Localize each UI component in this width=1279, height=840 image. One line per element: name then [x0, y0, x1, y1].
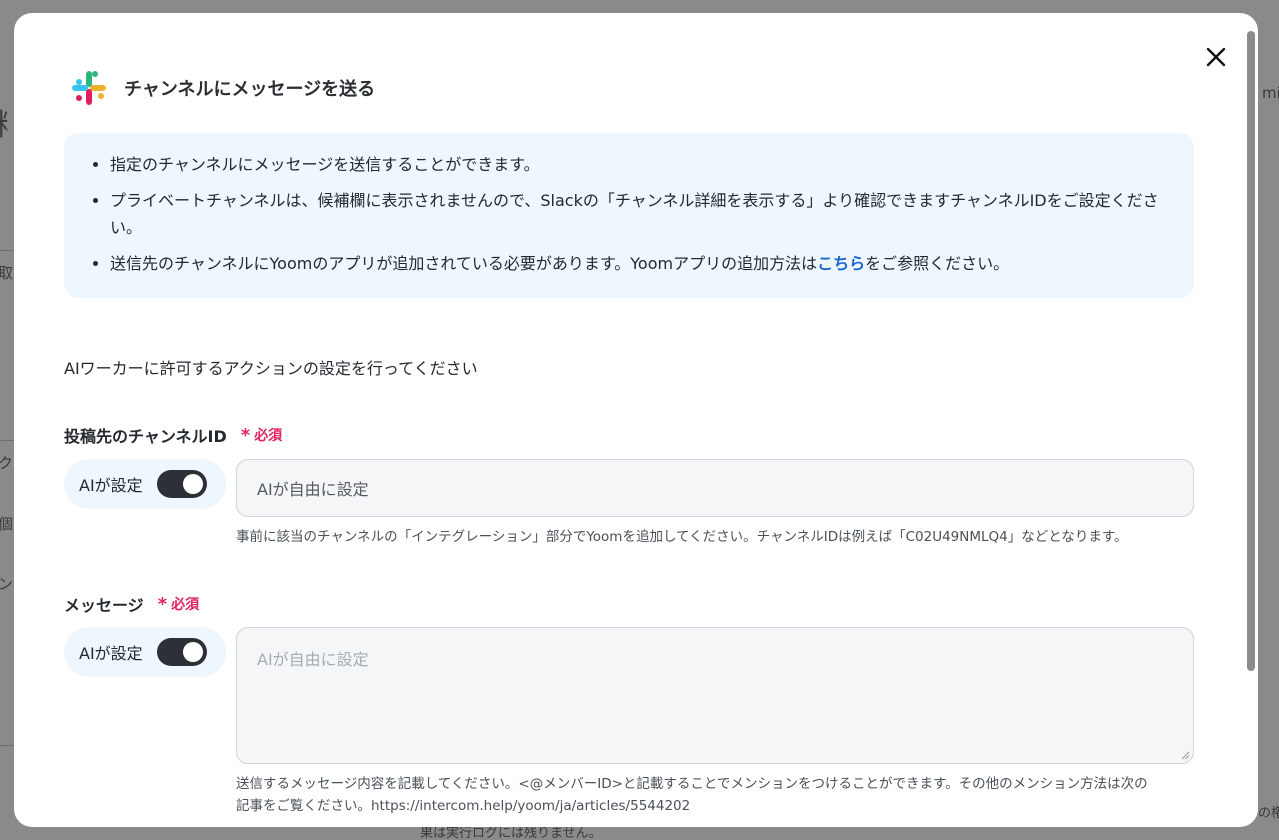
- bg-fragment: 取: [0, 264, 12, 282]
- info-box: 指定のチャンネルにメッセージを送信することができます。 プライベートチャンネルは…: [64, 133, 1194, 298]
- field-label-text: メッセージ: [64, 596, 144, 615]
- toggle-switch[interactable]: [156, 638, 207, 666]
- required-text: 必須: [171, 597, 200, 613]
- help-link[interactable]: こちら: [817, 254, 865, 273]
- modal-header: チャンネルにメッセージを送る: [70, 69, 375, 107]
- info-item-text: をご参照ください。: [865, 254, 1010, 273]
- toggle-switch[interactable]: [156, 470, 207, 498]
- toggle-knob: [182, 474, 203, 494]
- asterisk-icon: *: [240, 424, 251, 446]
- channel-id-input[interactable]: AIが自由に設定: [236, 459, 1194, 517]
- ai-toggle-label: AIが設定: [79, 644, 143, 663]
- ai-toggle-label: AIが設定: [79, 476, 143, 495]
- field-label-text: 投稿先のチャンネルID: [64, 427, 227, 446]
- close-icon: [1206, 47, 1226, 67]
- info-item-text: 送信先のチャンネルにYoomのアプリが追加されている必要があります。Yoomアプ…: [110, 254, 818, 273]
- input-placeholder: AIが自由に設定: [257, 480, 369, 499]
- section-description: AIワーカーに許可するアクションの設定を行ってください: [64, 359, 478, 378]
- info-item: 指定のチャンネルにメッセージを送信することができます。: [110, 151, 1168, 178]
- bg-fragment: 料: [0, 100, 8, 144]
- bg-fragment: ン: [0, 575, 12, 593]
- scrollbar-thumb[interactable]: [1247, 31, 1255, 671]
- bg-fragment: ク: [0, 454, 12, 472]
- modal-title: チャンネルにメッセージを送る: [124, 79, 376, 100]
- help-line: 送信するメッセージ内容を記載してください。<@メンバーID>と記載することでメン…: [236, 776, 1148, 792]
- scrollbar[interactable]: [1247, 31, 1255, 811]
- channel-id-ai-toggle[interactable]: AIが設定: [64, 459, 226, 509]
- message-help-text: 送信するメッセージ内容を記載してください。<@メンバーID>と記載することでメン…: [236, 773, 1148, 817]
- info-item: プライベートチャンネルは、候補欄に表示されませんので、Slackの「チャンネル詳…: [110, 187, 1168, 241]
- info-item: 送信先のチャンネルにYoomのアプリが追加されている必要があります。Yoomアプ…: [110, 250, 1168, 277]
- channel-id-field-label: 投稿先のチャンネルID * 必須: [64, 423, 282, 447]
- required-badge: * 必須: [158, 594, 199, 615]
- textarea-placeholder: AIが自由に設定: [257, 650, 369, 669]
- asterisk-icon: *: [157, 593, 168, 615]
- required-text: 必須: [254, 428, 283, 444]
- resize-handle-icon[interactable]: [1181, 751, 1190, 760]
- slack-logo-icon: [72, 71, 106, 105]
- required-badge: * 必須: [241, 425, 282, 446]
- message-ai-toggle[interactable]: AIが設定: [64, 627, 226, 677]
- bg-fragment: 個: [0, 515, 12, 533]
- toggle-knob: [182, 642, 203, 662]
- bg-fragment: mi: [1262, 84, 1279, 102]
- message-textarea[interactable]: AIが自由に設定: [236, 627, 1194, 764]
- action-settings-modal: チャンネルにメッセージを送る 指定のチャンネルにメッセージを送信することができま…: [14, 13, 1258, 827]
- help-line: 記事をご覧ください。https://intercom.help/yoom/ja/…: [236, 798, 691, 814]
- channel-id-help-text: 事前に該当のチャンネルの「インテグレーション」部分でYoomを追加してください。…: [236, 529, 1128, 545]
- close-button[interactable]: [1202, 43, 1230, 71]
- bg-fragment: の権: [1258, 806, 1279, 821]
- message-field-label: メッセージ * 必須: [64, 592, 199, 616]
- info-list: 指定のチャンネルにメッセージを送信することができます。 プライベートチャンネルは…: [110, 151, 1168, 277]
